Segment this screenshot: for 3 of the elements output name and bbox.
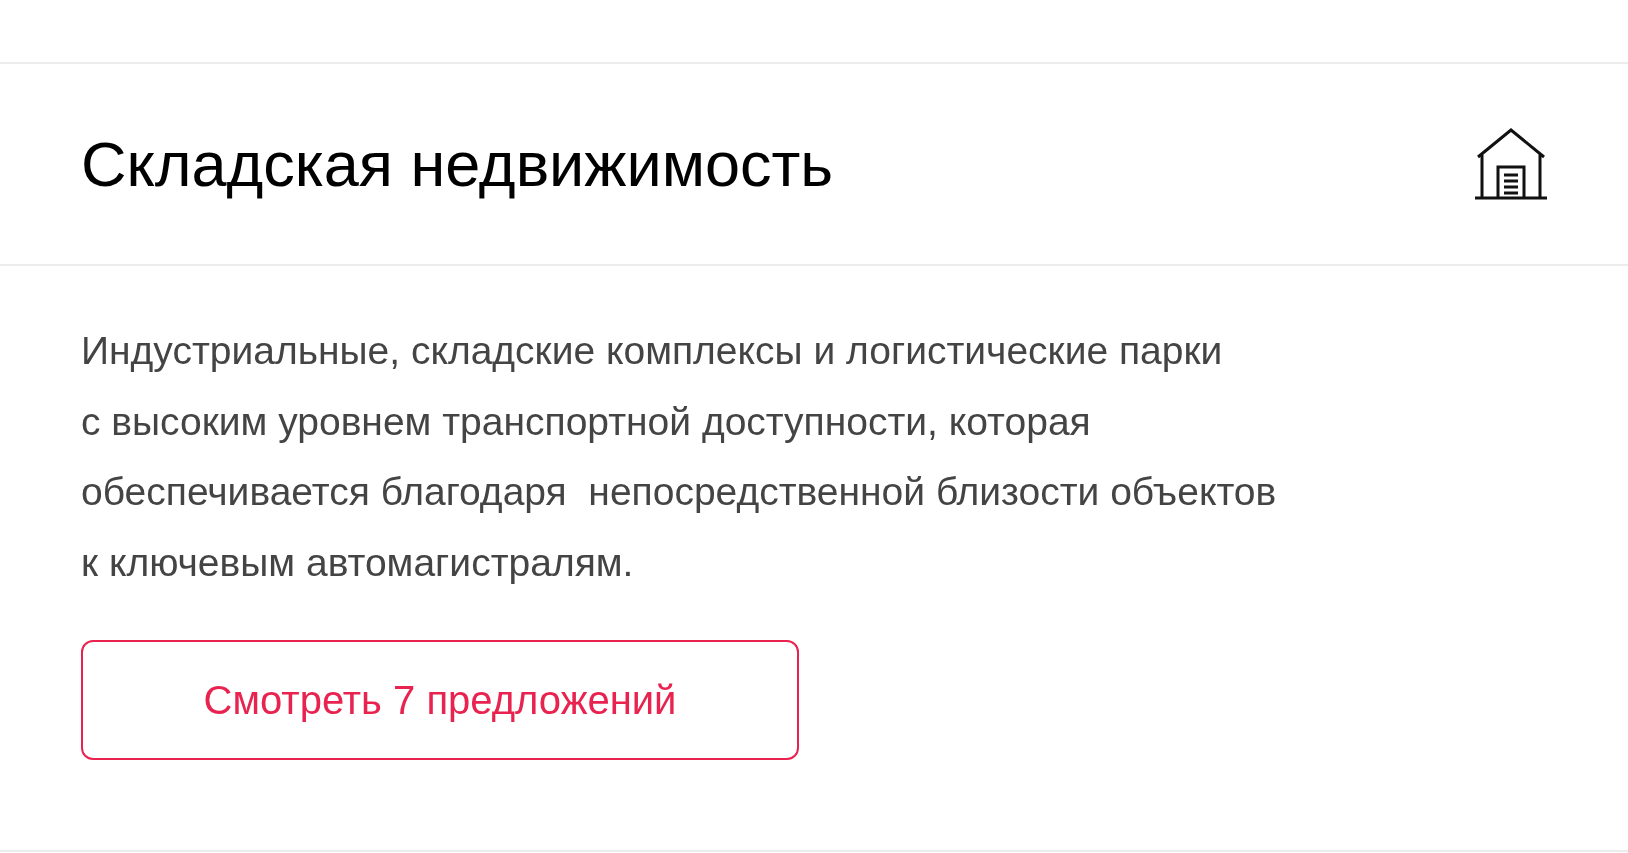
card-description: Индустриальные, складские комплексы и логистические парки с высоким уровнем транспортной доступности, которая обеспечивается благодаря непосредственной близости объектов к ключевым автомагистралям.	[81, 328, 1278, 586]
warehouse-icon	[1474, 127, 1548, 201]
view-offers-button[interactable]: Смотреть 7 предложений	[81, 640, 799, 760]
